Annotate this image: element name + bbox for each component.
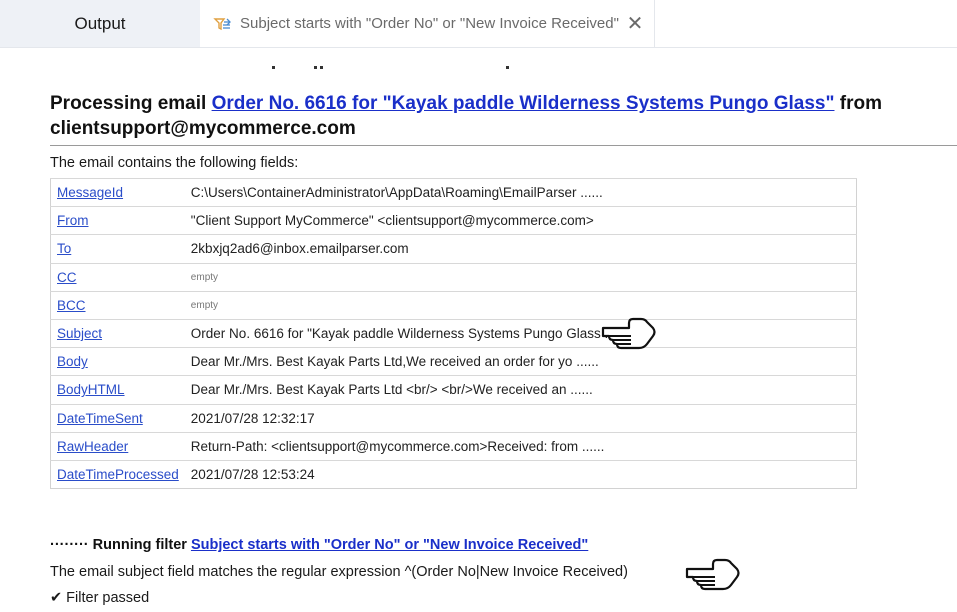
field-value-bodyhtml: Dear Mr./Mrs. Best Kayak Parts Ltd <br/>… [184, 375, 857, 404]
output-content: Processing email Order No. 6616 for "Kay… [0, 48, 957, 612]
field-link-datetimeprocessed[interactable]: DateTimeProcessed [57, 467, 179, 482]
tab-filter[interactable]: Subject starts with "Order No" or "New I… [200, 0, 655, 47]
field-value-messageid: C:\Users\ContainerAdministrator\AppData\… [184, 177, 857, 207]
filter-link[interactable]: Subject starts with "Order No" or "New I… [191, 537, 588, 553]
field-link-subject[interactable]: Subject [57, 326, 102, 341]
field-value-rawheader: Return-Path: <clientsupport@mycommerce.c… [184, 431, 857, 461]
table-row: BCC empty [50, 290, 857, 320]
field-link-to[interactable]: To [57, 241, 71, 256]
processing-heading: Processing email Order No. 6616 for "Kay… [50, 91, 950, 141]
table-row: RawHeader Return-Path: <clientsupport@my… [50, 431, 857, 461]
running-filter-line: ········ Running filter Subject starts w… [50, 537, 588, 553]
pointing-hand-icon [601, 317, 656, 350]
tab-output-label: Output [74, 13, 126, 33]
field-value-datetimeprocessed: 2021/07/28 12:53:24 [184, 459, 857, 489]
field-link-bodyhtml[interactable]: BodyHTML [57, 382, 125, 397]
tab-filter-label: Subject starts with "Order No" or "New I… [240, 15, 619, 32]
field-value-cc: empty [184, 262, 857, 292]
field-link-from[interactable]: From [57, 213, 89, 228]
field-link-body[interactable]: Body [57, 354, 88, 369]
table-row: Body Dear Mr./Mrs. Best Kayak Parts Ltd,… [50, 347, 857, 376]
table-row: MessageId C:\Users\ContainerAdministrato… [50, 177, 857, 207]
field-value-from: "Client Support MyCommerce" <clientsuppo… [184, 206, 857, 235]
field-value-to: 2kbxjq2ad6@inbox.emailparser.com [184, 234, 857, 264]
table-row: DateTimeProcessed 2021/07/28 12:53:24 [50, 459, 857, 489]
field-value-datetimesent: 2021/07/28 12:32:17 [184, 403, 857, 433]
running-filter-prefix: Running filter [92, 537, 191, 553]
heading-divider [50, 145, 957, 146]
scrolled-text-remnant [270, 66, 520, 72]
field-value-subject: Order No. 6616 for "Kayak paddle Wildern… [184, 318, 857, 348]
running-dots: ········ [50, 537, 93, 553]
close-icon[interactable]: ✕ [624, 12, 646, 35]
table-row: From "Client Support MyCommerce" <client… [50, 206, 857, 235]
tab-output[interactable]: Output [0, 0, 200, 47]
field-link-datetimesent[interactable]: DateTimeSent [57, 411, 143, 426]
filter-funnel-icon [213, 17, 231, 30]
table-row: BodyHTML Dear Mr./Mrs. Best Kayak Parts … [50, 375, 857, 404]
table-row: DateTimeSent 2021/07/28 12:32:17 [50, 403, 857, 433]
tab-bar: Output Subject starts with "Order No" or… [0, 0, 957, 48]
heading-prefix: Processing email [50, 93, 212, 114]
regex-match-text: The email subject field matches the regu… [50, 564, 628, 580]
field-link-rawheader[interactable]: RawHeader [57, 439, 128, 454]
field-link-cc[interactable]: CC [57, 270, 77, 285]
table-row: To 2kbxjq2ad6@inbox.emailparser.com [50, 234, 857, 264]
field-link-bcc[interactable]: BCC [57, 298, 86, 313]
email-subject-link[interactable]: Order No. 6616 for "Kayak paddle Wildern… [212, 93, 835, 114]
field-value-bcc: empty [184, 290, 857, 320]
pointing-hand-icon [685, 558, 740, 591]
email-fields-table: MessageId C:\Users\ContainerAdministrato… [50, 177, 857, 490]
field-value-body: Dear Mr./Mrs. Best Kayak Parts Ltd,We re… [184, 347, 857, 376]
table-row: CC empty [50, 262, 857, 292]
fields-intro: The email contains the following fields: [50, 155, 299, 171]
filter-passed-text: ✔ Filter passed [50, 590, 150, 606]
field-link-messageid[interactable]: MessageId [57, 185, 123, 200]
table-row: Subject Order No. 6616 for "Kayak paddle… [50, 318, 857, 348]
